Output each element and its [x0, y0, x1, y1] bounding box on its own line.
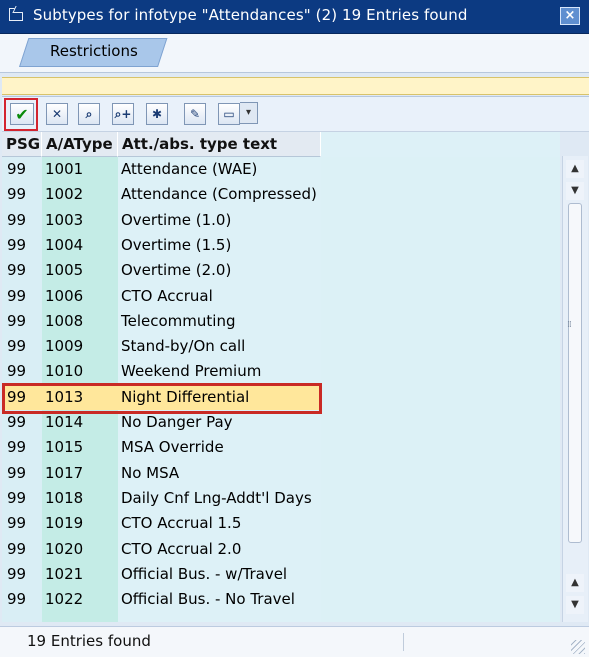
cancel-icon[interactable]: ✕ [46, 103, 68, 125]
atype-cell: 1022 [45, 590, 84, 609]
text-cell: CTO Accrual 1.5 [121, 514, 242, 533]
atype-cell: 1015 [45, 438, 84, 457]
checkmark-highlight [4, 98, 38, 131]
text-cell: Overtime (1.5) [121, 235, 232, 254]
title-bar: Subtypes for infotype "Attendances" (2) … [0, 0, 589, 34]
text-cell: No MSA [121, 463, 180, 482]
text-cell: CTO Accrual 2.0 [121, 539, 242, 558]
table-row[interactable]: 99 1020 CTO Accrual 2.0 [2, 537, 560, 562]
table-row[interactable]: 99 1004 Overtime (1.5) [2, 233, 560, 258]
text-cell: CTO Accrual [121, 286, 213, 305]
text-cell: Attendance (WAE) [121, 160, 258, 178]
text-cell: Weekend Premium [121, 362, 262, 381]
atype-cell: 1005 [45, 261, 84, 280]
table-row[interactable]: 99 1002 Attendance (Compressed) [2, 182, 560, 207]
atype-cell: 1010 [45, 362, 84, 381]
text-cell: Overtime (1.0) [121, 210, 232, 229]
psg-cell: 99 [7, 286, 27, 305]
scroll-thumb[interactable] [568, 203, 582, 543]
table-row[interactable]: 99 1005 Overtime (2.0) [2, 258, 560, 283]
dialog-icon [9, 8, 23, 21]
table-row[interactable]: 99 1019 CTO Accrual 1.5 [2, 511, 560, 536]
table-row[interactable]: 99 1003 Overtime (1.0) [2, 208, 560, 233]
find-next-icon[interactable]: ⌕+ [112, 103, 134, 125]
psg-cell: 99 [7, 438, 27, 457]
psg-cell: 99 [7, 463, 27, 482]
atype-cell: 1018 [45, 488, 84, 507]
print-icon[interactable]: ▭ [218, 103, 240, 125]
table-row[interactable]: 99 1010 Weekend Premium [2, 359, 560, 384]
psg-cell: 99 [7, 185, 27, 204]
psg-cell: 99 [7, 564, 27, 583]
message-area [2, 77, 589, 95]
text-cell: Overtime (2.0) [121, 261, 232, 280]
psg-cell: 99 [7, 160, 27, 178]
table-row[interactable]: 99 1015 MSA Override [2, 435, 560, 460]
personalize-icon[interactable]: ✎ [184, 103, 206, 125]
text-cell: Daily Cnf Lng-Addt'l Days [121, 488, 312, 507]
text-cell: MSA Override [121, 438, 224, 457]
column-header-atype[interactable]: A/AType [42, 132, 118, 157]
text-cell: Official Bus. - No Travel [121, 590, 295, 609]
psg-cell: 99 [7, 514, 27, 533]
settings-icon[interactable]: ✱ [146, 103, 168, 125]
status-bar: 19 Entries found [0, 626, 589, 657]
atype-cell: 1002 [45, 185, 84, 204]
print-dropdown-icon[interactable]: ▾ [240, 102, 258, 124]
psg-cell: 99 [7, 362, 27, 381]
text-cell: Stand-by/On call [121, 337, 246, 356]
atype-cell: 1003 [45, 210, 84, 229]
atype-cell: 1017 [45, 463, 84, 482]
column-header-psg[interactable]: PSG [2, 132, 42, 157]
window-title: Subtypes for infotype "Attendances" (2) … [33, 6, 468, 24]
psg-cell: 99 [7, 210, 27, 229]
find-icon[interactable]: ⌕ [78, 103, 100, 125]
psg-cell: 99 [7, 590, 27, 609]
text-cell: Attendance (Compressed) [121, 185, 317, 204]
toolbar: ✔ ✕ ⌕ ⌕+ ✱ ✎ ▭ [2, 96, 589, 132]
psg-cell: 99 [7, 539, 27, 558]
atype-cell: 1004 [45, 235, 84, 254]
scroll-up-icon[interactable]: ▲ [566, 160, 584, 178]
thumb-grip-icon: ⁞⁞ [567, 320, 572, 330]
atype-cell: 1009 [45, 337, 84, 356]
status-text: 19 Entries found [27, 632, 151, 650]
table-row[interactable]: 99 1017 No MSA [2, 461, 560, 486]
text-cell: Telecommuting [121, 311, 236, 330]
vertical-scrollbar[interactable]: ▲ ▼ ⁞⁞ ▲ ▼ [562, 156, 588, 622]
page-up-icon[interactable]: ▼ [566, 182, 584, 200]
table-row[interactable]: 99 1018 Daily Cnf Lng-Addt'l Days [2, 486, 560, 511]
results-table: PSG A/AType Att./abs. type text 99 1001 At… [2, 132, 560, 622]
table-row[interactable]: 99 1021 Official Bus. - w/Travel [2, 562, 560, 587]
page-down-icon[interactable]: ▲ [566, 574, 584, 592]
atype-cell: 1020 [45, 539, 84, 558]
atype-cell: 1006 [45, 286, 84, 305]
column-header-text[interactable]: Att./abs. type text [118, 132, 321, 157]
tab-restrictions-label[interactable]: Restrictions [50, 42, 138, 60]
psg-cell: 99 [7, 235, 27, 254]
table-row[interactable]: 99 1008 Telecommuting [2, 309, 560, 334]
atype-cell: 1021 [45, 564, 84, 583]
table-row[interactable]: 99 1022 Official Bus. - No Travel [2, 587, 560, 612]
psg-cell: 99 [7, 337, 27, 356]
psg-cell: 99 [7, 488, 27, 507]
atype-cell: 1001 [45, 160, 84, 178]
atype-cell: 1008 [45, 311, 84, 330]
psg-cell: 99 [7, 261, 27, 280]
psg-cell: 99 [7, 311, 27, 330]
table-row[interactable]: 99 1006 CTO Accrual [2, 284, 560, 309]
text-cell: Official Bus. - w/Travel [121, 564, 288, 583]
status-divider [403, 633, 404, 651]
atype-cell: 1019 [45, 514, 84, 533]
scroll-down-icon[interactable]: ▼ [566, 596, 584, 614]
table-row[interactable]: 99 1009 Stand-by/On call [2, 334, 560, 359]
table-row[interactable]: 99 1001 Attendance (WAE) [2, 157, 560, 182]
selected-row-highlight [2, 383, 322, 414]
close-button[interactable]: × [560, 7, 580, 25]
resize-grip-icon[interactable] [571, 640, 585, 654]
